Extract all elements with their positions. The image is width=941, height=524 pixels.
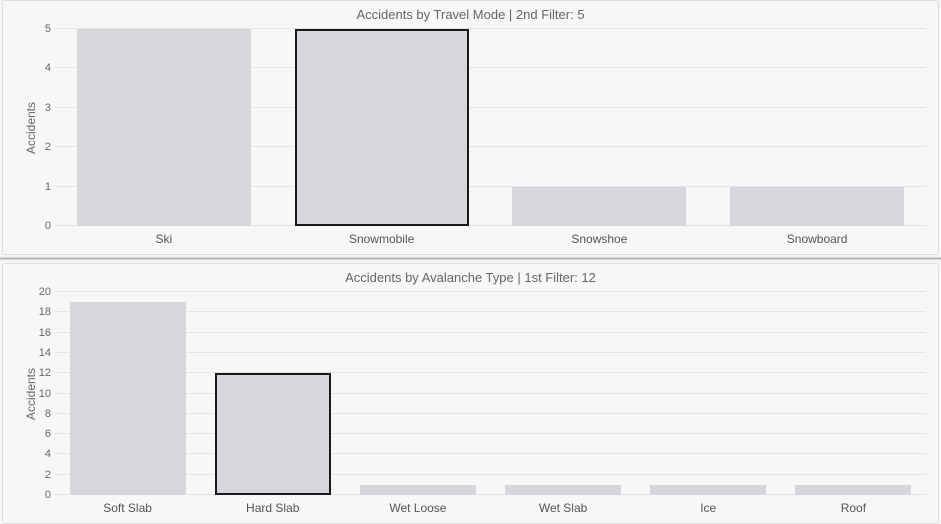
- chart-panel-avalanche-type: Accidents by Avalanche Type | 1st Filter…: [2, 263, 939, 524]
- chart-panel-travel-mode: Accidents by Travel Mode | 2nd Filter: 5…: [2, 0, 939, 255]
- x-tick-label: Ski: [84, 232, 244, 246]
- bar[interactable]: [795, 485, 911, 495]
- y-tick-label: 2: [27, 469, 51, 481]
- bar-slot: Wet Loose: [345, 292, 490, 495]
- bar[interactable]: [730, 187, 904, 226]
- x-tick-label: Soft Slab: [48, 501, 208, 515]
- bar-slot: Ice: [636, 292, 781, 495]
- bar-slot: Wet Slab: [491, 292, 636, 495]
- x-tick-label: Roof: [773, 501, 933, 515]
- y-tick-label: 12: [27, 367, 51, 379]
- x-tick-label: Snowboard: [737, 232, 897, 246]
- y-tick-label: 0: [27, 220, 51, 232]
- bar-slot: Hard Slab: [200, 292, 345, 495]
- x-tick-label: Snowmobile: [302, 232, 462, 246]
- panel-divider: [0, 256, 941, 261]
- x-tick-label: Snowshoe: [519, 232, 679, 246]
- y-tick-label: 4: [27, 62, 51, 74]
- y-tick-label: 20: [27, 286, 51, 298]
- y-tick-label: 0: [27, 489, 51, 501]
- bar-slot: Ski: [55, 29, 273, 226]
- y-tick-label: 8: [27, 408, 51, 420]
- x-tick-label: Ice: [628, 501, 788, 515]
- chart-title: Accidents by Travel Mode | 2nd Filter: 5: [3, 1, 938, 22]
- bar-slot: Roof: [781, 292, 926, 495]
- y-tick-label: 10: [27, 388, 51, 400]
- x-tick-label: Wet Loose: [338, 501, 498, 515]
- x-tick-label: Wet Slab: [483, 501, 643, 515]
- dashboard: Accidents by Travel Mode | 2nd Filter: 5…: [0, 0, 941, 524]
- y-tick-label: 6: [27, 428, 51, 440]
- bar[interactable]: [650, 485, 766, 495]
- bar-slot: Snowboard: [708, 29, 926, 226]
- bar[interactable]: [512, 187, 686, 226]
- bar-slot: Snowmobile: [273, 29, 491, 226]
- y-tick-label: 5: [27, 23, 51, 35]
- bar[interactable]: [505, 485, 621, 495]
- y-tick-label: 1: [27, 181, 51, 193]
- bar[interactable]: [70, 302, 186, 495]
- bar[interactable]: [360, 485, 476, 495]
- y-tick-label: 4: [27, 448, 51, 460]
- y-tick-label: 3: [27, 102, 51, 114]
- bar[interactable]: [295, 29, 469, 226]
- bar-slot: Snowshoe: [491, 29, 709, 226]
- y-tick-label: 16: [27, 327, 51, 339]
- bar-slot: Soft Slab: [55, 292, 200, 495]
- chart-plot-area[interactable]: 02468101214161820Soft SlabHard SlabWet L…: [55, 292, 926, 495]
- bar[interactable]: [77, 29, 251, 226]
- y-tick-label: 14: [27, 347, 51, 359]
- chart-title: Accidents by Avalanche Type | 1st Filter…: [3, 264, 938, 285]
- y-tick-label: 2: [27, 141, 51, 153]
- x-tick-label: Hard Slab: [193, 501, 353, 515]
- bar[interactable]: [215, 373, 331, 495]
- chart-plot-area[interactable]: 012345SkiSnowmobileSnowshoeSnowboard: [55, 29, 926, 226]
- y-tick-label: 18: [27, 306, 51, 318]
